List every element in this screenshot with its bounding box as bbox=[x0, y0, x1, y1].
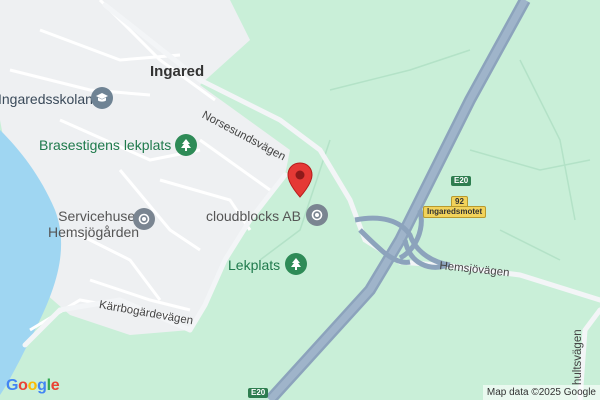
poi-label-ingaredsskolan[interactable]: Ingaredsskolan bbox=[0, 92, 93, 106]
exit-name-shield: Ingaredsmotet bbox=[423, 206, 487, 218]
place-icon[interactable] bbox=[133, 208, 155, 230]
e20-shield: E20 bbox=[248, 388, 269, 398]
poi-label-lekplats[interactable]: Lekplats bbox=[228, 258, 280, 272]
tree-icon[interactable] bbox=[285, 253, 307, 275]
poi-label-brasestigens-lekplats[interactable]: Brasestigens lekplats bbox=[39, 138, 171, 152]
road-label-hultsvagen: hultsvägen bbox=[572, 329, 584, 385]
map-canvas[interactable]: Ingared Ingaredsskolan Brasestigens lekp… bbox=[0, 0, 600, 400]
google-logo[interactable]: Google bbox=[6, 377, 60, 395]
map-attribution[interactable]: Map data ©2025 Google bbox=[482, 385, 600, 400]
school-icon[interactable] bbox=[91, 87, 113, 109]
e20-shield: E20 bbox=[451, 176, 472, 186]
tree-icon[interactable] bbox=[175, 134, 197, 156]
place-icon[interactable] bbox=[306, 204, 328, 226]
place-label-ingared: Ingared bbox=[150, 63, 205, 80]
poi-label-cloudblocks[interactable]: cloudblocks AB bbox=[206, 209, 301, 223]
poi-label-servicehuset-line1: Servicehuset bbox=[58, 208, 140, 224]
park-paths bbox=[259, 49, 591, 261]
poi-label-servicehuset[interactable]: Servicehuset Hemsjögården bbox=[48, 209, 139, 239]
map-marker-icon[interactable] bbox=[287, 162, 313, 203]
poi-label-servicehuset-line2: Hemsjögården bbox=[48, 224, 140, 240]
